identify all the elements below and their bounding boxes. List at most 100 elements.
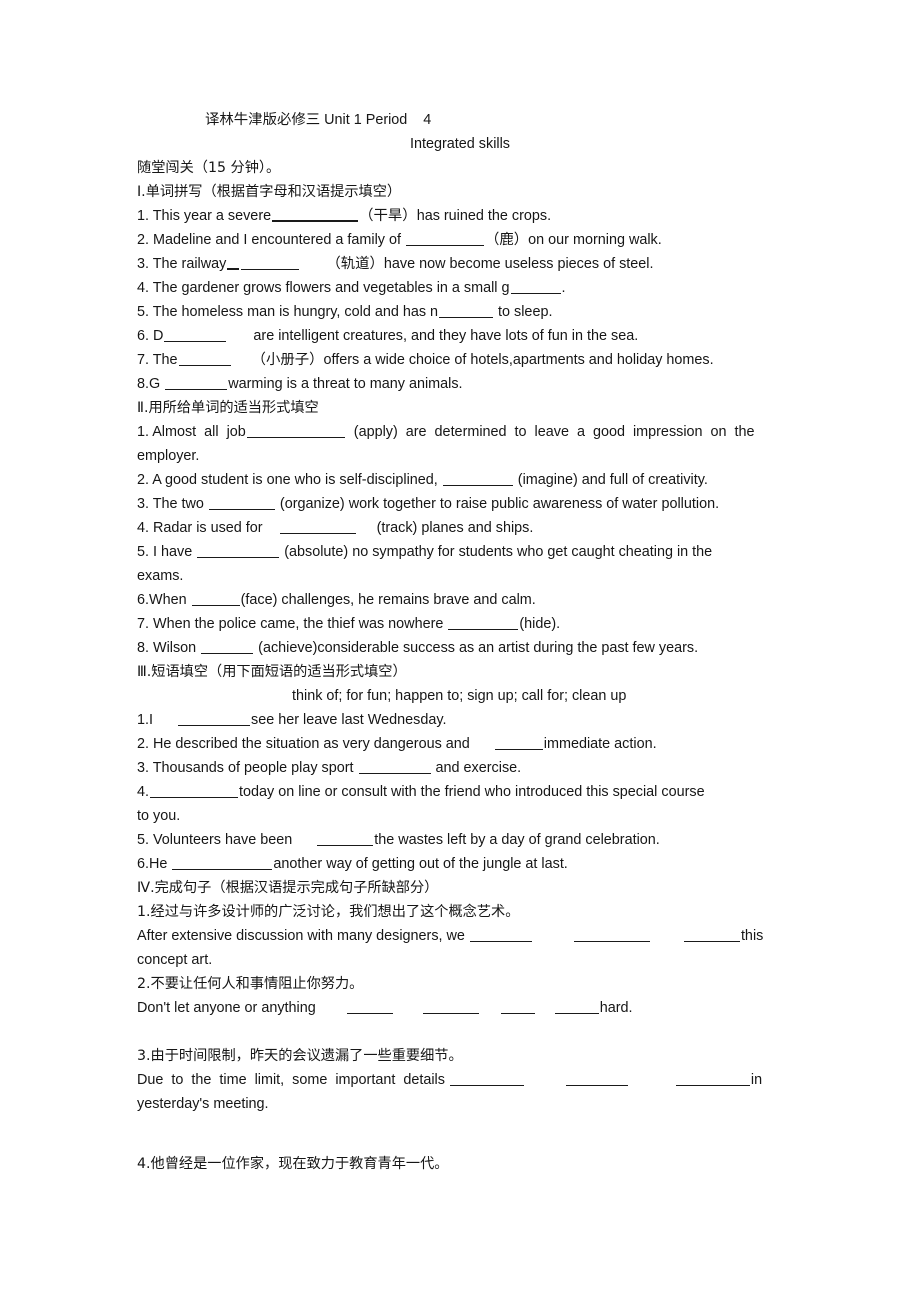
s3-item-5: 5. Volunteers have been the wastes left … bbox=[137, 828, 783, 852]
s2-item-3: 3. The two (organize) work together to r… bbox=[137, 492, 783, 516]
s4-item-2-blank-b[interactable] bbox=[422, 1000, 479, 1014]
s2-item-6-mid: (face) challenges, he remains brave and … bbox=[240, 592, 536, 608]
s1-item-4: 4. The gardener grows flowers and vegeta… bbox=[137, 276, 783, 300]
s3-item-4-cont: to you. bbox=[137, 808, 181, 824]
s1-item-8-pre: 8.G bbox=[137, 376, 165, 392]
s2-item-3-pre: 3. The two bbox=[137, 496, 208, 512]
s2-item-2-pre: 2. A good student is one who is self-dis… bbox=[137, 472, 442, 488]
s4-item-1-pre: After extensive discussion with many des… bbox=[137, 928, 469, 944]
s4-item-1-blank-a[interactable] bbox=[469, 928, 532, 942]
s1-item-1-pre: 1. This year a severe bbox=[137, 208, 272, 224]
s2-item-4-mid: (track) planes and ships. bbox=[372, 520, 534, 536]
s1-item-5-pre: 5. The homeless man is hungry, cold and … bbox=[137, 304, 439, 320]
s4-item-1-blank-c[interactable] bbox=[683, 928, 740, 942]
s1-item-7-blank[interactable] bbox=[178, 352, 231, 366]
s4-item-2-blank-a[interactable] bbox=[346, 1000, 393, 1014]
s3-item-5-pre: 5. Volunteers have been bbox=[137, 832, 301, 848]
s3-item-6: 6.He another way of getting out of the j… bbox=[137, 852, 783, 876]
s4-item-3-cont: yesterday's meeting. bbox=[137, 1096, 269, 1112]
s1-item-5-blank[interactable] bbox=[439, 304, 494, 318]
s1-item-3: 3. The railway （轨道）have now become useles… bbox=[137, 252, 783, 276]
s1-item-8-mid: warming is a threat to many animals. bbox=[228, 376, 463, 392]
s2-item-5-pre: 5. I have bbox=[137, 544, 197, 560]
s1-item-5-mid: to sleep. bbox=[494, 304, 553, 320]
s2-item-5: 5. I have (absolute) no sympathy for stu… bbox=[137, 540, 783, 564]
s2-item-5-mid: (absolute) no sympathy for students who … bbox=[280, 544, 713, 560]
s4-item-2-blank-d[interactable] bbox=[554, 1000, 599, 1014]
s2-item-2-mid: (imagine) and full of creativity. bbox=[513, 472, 708, 488]
s2-item-4-blank[interactable] bbox=[279, 520, 356, 534]
s1-item-2: 2. Madeline and I encountered a family o… bbox=[137, 228, 783, 252]
s4-item-1-cont: concept art. bbox=[137, 952, 213, 968]
s1-item-1-blank[interactable] bbox=[272, 207, 359, 222]
s1-item-2-blank[interactable] bbox=[406, 232, 484, 246]
s3-item-6-blank[interactable] bbox=[172, 856, 273, 870]
s2-item-8-blank[interactable] bbox=[201, 640, 254, 654]
phrase-bank: think of; for fun; happen to; sign up; c… bbox=[292, 688, 627, 704]
s1-item-3-mid: （轨道）have now become useless pieces of st… bbox=[326, 256, 654, 272]
s1-item-4-mid: . bbox=[561, 280, 566, 296]
s3-item-2-blank[interactable] bbox=[494, 736, 543, 750]
s2-item-6: 6.When (face) challenges, he remains bra… bbox=[137, 588, 783, 612]
s3-item-4-pre: 4. bbox=[137, 784, 150, 800]
s2-item-7-pre: 7. When the police came, the thief was n… bbox=[137, 616, 448, 632]
s2-item-6-pre: 6.When bbox=[137, 592, 191, 608]
s3-item-3-blank[interactable] bbox=[358, 760, 431, 774]
s4-item-3-blank-a[interactable] bbox=[449, 1072, 524, 1086]
s4-item-3-blank-c[interactable] bbox=[675, 1072, 750, 1086]
s1-item-4-blank[interactable] bbox=[510, 280, 561, 294]
s4-item-2-english: Don't let anyone or anything hard. bbox=[137, 996, 783, 1020]
s4-item-3-english: Due to the time limit, some important de… bbox=[137, 1068, 783, 1092]
s4-item-2-pre: Don't let anyone or anything bbox=[137, 1000, 324, 1016]
s3-item-4-mid: today on line or consult with the friend… bbox=[239, 784, 705, 800]
s3-item-3-pre: 3. Thousands of people play sport bbox=[137, 760, 358, 776]
s1-item-3-blank-a[interactable] bbox=[227, 255, 240, 270]
s4-item-1-blank-b[interactable] bbox=[573, 928, 650, 942]
s2-item-7-blank[interactable] bbox=[448, 616, 519, 630]
section-2-heading: Ⅱ.用所给单词的适当形式填空 bbox=[137, 400, 319, 416]
worksheet-page: 译林牛津版必修三 Unit 1 Period 4 Integrated skil… bbox=[0, 0, 920, 1302]
section-4-heading: Ⅳ.完成句子（根据汉语提示完成句子所缺部分） bbox=[137, 880, 439, 896]
s2-item-3-mid: (organize) work together to raise public… bbox=[275, 496, 720, 512]
s2-item-2-blank[interactable] bbox=[442, 472, 513, 486]
s2-item-1-mid: (apply) are determined to leave a good i… bbox=[345, 424, 755, 440]
s3-item-1-blank[interactable] bbox=[178, 712, 250, 726]
s2-item-1-blank[interactable] bbox=[246, 424, 345, 438]
document-title: 译林牛津版必修三 Unit 1 Period 4 bbox=[205, 112, 432, 128]
s1-item-3-blank-b[interactable] bbox=[241, 256, 300, 270]
s3-item-2-pre: 2. He described the situation as very da… bbox=[137, 736, 478, 752]
s4-item-3-blank-b[interactable] bbox=[565, 1072, 628, 1086]
s3-item-3-mid: and exercise. bbox=[431, 760, 522, 776]
s1-item-1-mid: （干旱）has ruined the crops. bbox=[359, 208, 552, 224]
s3-item-2-mid: immediate action. bbox=[543, 736, 657, 752]
section-1-heading: I.单词拼写（根据首字母和汉语提示填空） bbox=[137, 184, 402, 200]
s3-item-5-blank[interactable] bbox=[317, 832, 374, 846]
s2-item-8-pre: 8. Wilson bbox=[137, 640, 201, 656]
s4-item-2-chinese: 2.不要让任何人和事情阻止你努力。 bbox=[137, 976, 364, 992]
s2-item-1: 1. Almost all job (apply) are determined… bbox=[137, 420, 783, 444]
s3-item-1-pre: 1.I bbox=[137, 712, 157, 728]
s1-item-5: 5. The homeless man is hungry, cold and … bbox=[137, 300, 783, 324]
s1-item-6-pre: 6. D bbox=[137, 328, 164, 344]
s3-item-1: 1.I see her leave last Wednesday. bbox=[137, 708, 783, 732]
s3-item-4: 4. today on line or consult with the frie… bbox=[137, 780, 783, 804]
s3-item-2: 2. He described the situation as very da… bbox=[137, 732, 783, 756]
s3-item-4-blank[interactable] bbox=[150, 784, 239, 798]
s4-item-3-tail: in bbox=[750, 1072, 763, 1088]
s2-item-6-blank[interactable] bbox=[191, 592, 240, 606]
s1-item-6-blank[interactable] bbox=[164, 328, 227, 342]
s1-item-2-pre: 2. Madeline and I encountered a family o… bbox=[137, 232, 405, 248]
s1-item-7: 7. The （小册子）offers a wide choice of hotel… bbox=[137, 348, 783, 372]
s1-item-4-pre: 4. The gardener grows flowers and vegeta… bbox=[137, 280, 510, 296]
s2-item-2: 2. A good student is one who is self-dis… bbox=[137, 468, 783, 492]
s4-item-2-blank-c[interactable] bbox=[500, 1000, 535, 1014]
s4-item-1-tail: this bbox=[740, 928, 764, 944]
s2-item-3-blank[interactable] bbox=[208, 496, 275, 510]
document-subtitle: Integrated skills bbox=[410, 136, 510, 152]
s1-item-8-blank[interactable] bbox=[165, 376, 228, 390]
s1-item-2-mid: （鹿）on our morning walk. bbox=[485, 232, 662, 248]
s2-item-1-pre: 1. Almost all job bbox=[137, 424, 246, 440]
s2-item-5-blank[interactable] bbox=[197, 544, 280, 558]
s1-item-7-mid: （小册子）offers a wide choice of hotels,apar… bbox=[251, 352, 714, 368]
s1-item-1: 1. This year a severe （干旱）has ruined the … bbox=[137, 204, 783, 228]
